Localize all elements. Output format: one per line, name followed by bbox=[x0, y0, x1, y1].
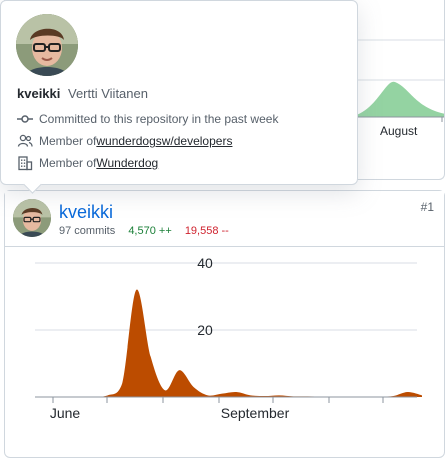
y-tick-label: 20 bbox=[197, 322, 213, 338]
contribution-area bbox=[65, 289, 422, 397]
avatar[interactable] bbox=[16, 14, 78, 76]
hovercard-row-commit: Committed to this repository in the past… bbox=[17, 111, 278, 127]
additions-count: 4,570 ++ bbox=[128, 225, 172, 237]
y-tick-label: 40 bbox=[197, 255, 213, 271]
contributor-stats: 97 commits 4,570 ++ 19,558 -- bbox=[59, 225, 229, 237]
avatar-image bbox=[16, 14, 78, 76]
deletions-count: 19,558 -- bbox=[184, 225, 229, 237]
contribution-chart: 40 20 June September bbox=[35, 255, 422, 421]
commit-text: Committed to this repository in the past… bbox=[39, 112, 279, 126]
people-icon bbox=[17, 134, 33, 147]
x-tick-label: September bbox=[221, 405, 290, 421]
commit-icon bbox=[17, 115, 33, 123]
org-prefix: Member of bbox=[39, 156, 97, 170]
org-link[interactable]: Wunderdog bbox=[96, 156, 158, 170]
x-tick-label: June bbox=[50, 405, 81, 421]
contributor-avatar[interactable] bbox=[13, 199, 51, 237]
user-full-name: Vertti Viitanen bbox=[68, 86, 148, 101]
avatar-image bbox=[13, 199, 51, 237]
hovercard-row-team: Member of wunderdogsw/developers bbox=[17, 133, 232, 149]
team-prefix: Member of bbox=[39, 134, 97, 148]
commit-count-link[interactable]: 97 commits bbox=[59, 225, 115, 237]
user-hovercard: kveikki Vertti Viitanen Committed to thi… bbox=[0, 0, 358, 185]
organization-icon bbox=[18, 156, 33, 171]
team-link[interactable]: wunderdogsw/developers bbox=[96, 134, 232, 148]
contributor-rank: #1 bbox=[420, 200, 434, 214]
contributor-login-link[interactable]: kveikki bbox=[59, 202, 113, 223]
hovercard-name: kveikki Vertti Viitanen bbox=[17, 86, 148, 101]
hovercard-row-org: Member of Wunderdog bbox=[17, 155, 158, 171]
contributor-header: kveikki 97 commits 4,570 ++ 19,558 -- #1 bbox=[5, 191, 444, 247]
contributor-card: kveikki 97 commits 4,570 ++ 19,558 -- #1… bbox=[4, 190, 445, 458]
user-login[interactable]: kveikki bbox=[17, 86, 60, 101]
bg-x-tick-label: August bbox=[380, 124, 418, 138]
